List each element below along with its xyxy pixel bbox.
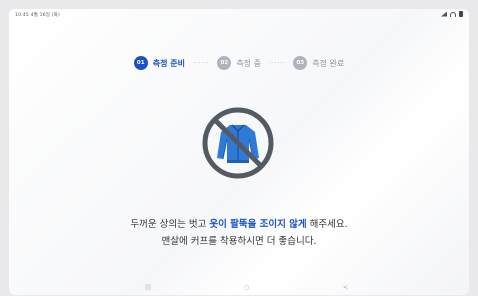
instruction-text: 두꺼운 상의는 벗고 xyxy=(130,219,210,230)
step-number: 03 xyxy=(293,56,308,70)
step-number: 02 xyxy=(217,56,232,70)
wifi-icon xyxy=(450,11,456,17)
system-nav-bar: ||| ○ < xyxy=(9,279,469,293)
progress-stepper: 01 측정 준비 ······ 02 측정 중 ······ 03 측정 완료 xyxy=(9,54,469,72)
step-label: 측정 중 xyxy=(236,58,261,68)
signal-icon xyxy=(441,11,447,17)
instruction-line-2: 맨살에 커프를 착용하시면 더 좋습니다. xyxy=(161,236,317,247)
recent-apps-icon[interactable]: ||| xyxy=(145,284,151,291)
step-number: 01 xyxy=(133,56,148,70)
step-label: 측정 완료 xyxy=(312,58,345,68)
step-separator: ······ xyxy=(192,59,210,67)
no-jacket-icon-svg xyxy=(202,107,274,179)
no-jacket-icon xyxy=(201,106,275,180)
back-icon[interactable]: < xyxy=(343,284,348,291)
step-prepare: 01 측정 준비 xyxy=(133,56,185,70)
step-label: 측정 준비 xyxy=(152,58,185,68)
home-icon[interactable]: ○ xyxy=(244,284,249,291)
tablet-screen: 10:45 4월 16일 (화) 01 측정 준비 ······ 02 측정 중… xyxy=(9,9,469,295)
step-complete: 03 측정 완료 xyxy=(293,56,344,70)
battery-icon xyxy=(459,11,463,17)
instruction-message: 두꺼운 상의는 벗고 옷이 팔뚝을 조이지 않게 해주세요. 맨살에 커프를 착… xyxy=(9,216,469,250)
instruction-highlight: 옷이 팔뚝을 조이지 않게 xyxy=(209,219,307,230)
status-icons xyxy=(441,11,463,17)
status-bar: 10:45 4월 16일 (화) xyxy=(9,9,469,23)
instruction-text: 해주세요. xyxy=(306,219,348,230)
step-measuring: 02 측정 중 xyxy=(217,56,261,70)
step-separator: ······ xyxy=(268,59,286,67)
instruction-line-1: 두꺼운 상의는 벗고 옷이 팔뚝을 조이지 않게 해주세요. xyxy=(9,216,469,233)
status-time: 10:45 4월 16일 (화) xyxy=(15,13,60,18)
